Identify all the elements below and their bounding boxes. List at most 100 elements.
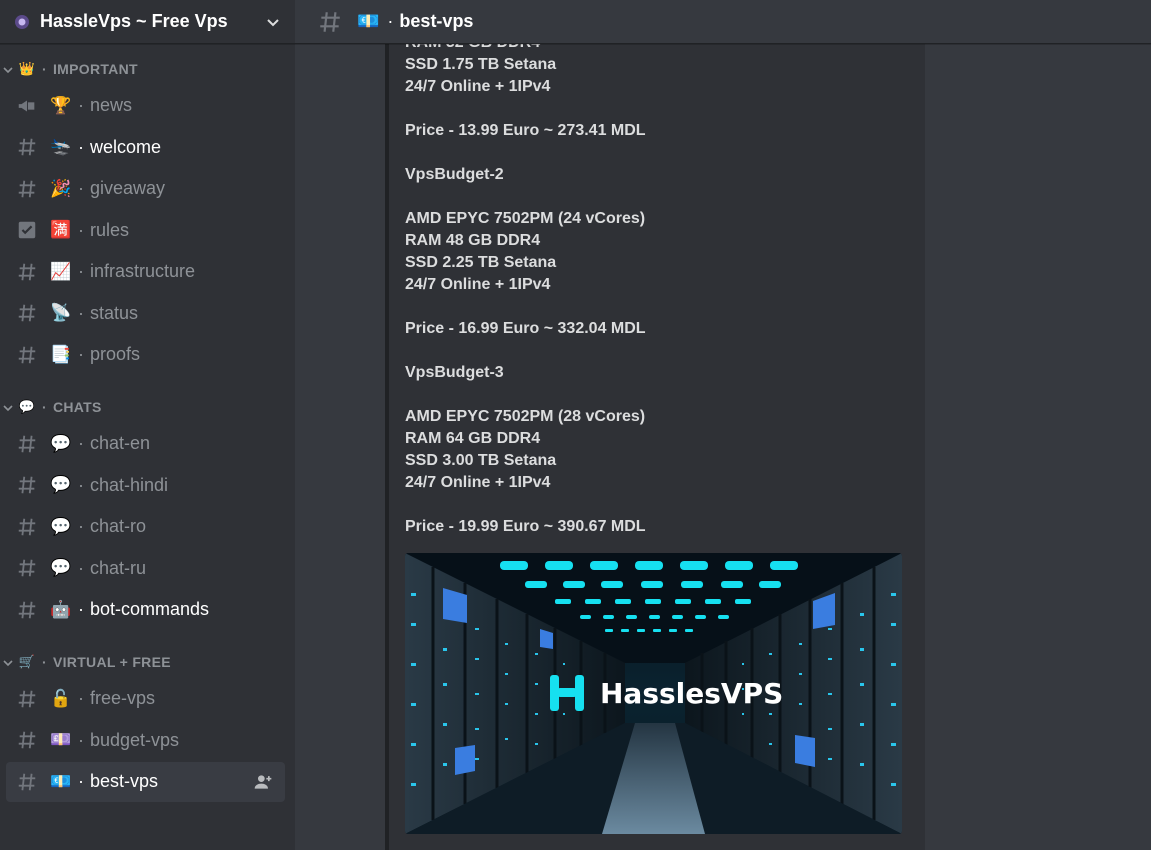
channel-emoji: 💶 xyxy=(357,11,380,31)
channel-header: 💶 · best-vps xyxy=(295,0,1151,44)
message-line: 24/7 Online + 1IPv4 xyxy=(405,276,551,293)
channel-separator-dot: · xyxy=(78,729,84,750)
channel-separator-dot: · xyxy=(78,261,84,281)
channel-emoji: 💬 xyxy=(50,558,72,577)
channel-name: news xyxy=(90,95,133,115)
chat-main: 💶 · best-vps RAM 32 GB DDR4 SSD 1.75 TB S… xyxy=(295,0,1151,850)
channel-name: giveaway xyxy=(90,178,166,198)
message-line: SSD 3.00 TB Setana xyxy=(405,452,557,469)
sidebar-item-chat-ru[interactable]: 💬 · chat-ru xyxy=(6,548,285,588)
server-icon xyxy=(14,14,30,30)
channel-separator-dot: · xyxy=(78,474,84,495)
category-spacer xyxy=(0,631,295,645)
message-line: 24/7 Online + 1IPv4 xyxy=(405,474,551,491)
embed-image[interactable]: HasslesVPS xyxy=(405,553,902,834)
channel-name: chat-hindi xyxy=(90,474,169,495)
channel-emoji: 💶 xyxy=(50,771,72,791)
text-channel-icon xyxy=(16,344,38,366)
chevron-down-icon xyxy=(2,63,14,75)
category-separator-dot: · xyxy=(42,654,47,670)
channel-separator-dot: · xyxy=(78,95,84,115)
image-brand-text: HasslesVPS xyxy=(600,677,783,710)
text-channel-icon xyxy=(16,516,38,538)
channel-name: welcome xyxy=(90,136,162,157)
text-channel-icon xyxy=(16,599,38,621)
datacenter-image: HasslesVPS xyxy=(405,553,902,834)
channel-name: infrastructure xyxy=(90,261,196,281)
channel-emoji: 📈 xyxy=(50,261,72,281)
message-line: 24/7 Online + 1IPv4 xyxy=(405,78,551,95)
category-virtual-free[interactable]: 🛒 · VIRTUAL + FREE xyxy=(0,647,295,677)
text-channel-icon xyxy=(16,433,38,455)
chevron-down-icon[interactable] xyxy=(265,14,281,30)
message-embed: RAM 32 GB DDR4 SSD 1.75 TB Setana 24/7 Onl… xyxy=(385,44,925,850)
text-channel-icon xyxy=(16,771,38,793)
rules-check-icon xyxy=(16,219,38,241)
sidebar-item-giveaway[interactable]: 🎉 · giveaway xyxy=(6,169,285,209)
sidebar-item-proofs[interactable]: 📑 · proofs xyxy=(6,335,285,375)
channel-name: budget-vps xyxy=(90,729,180,750)
channel-name: chat-en xyxy=(90,433,151,453)
sidebar-item-budget-vps[interactable]: 💷 · budget-vps xyxy=(6,720,285,760)
channel-separator-dot: · xyxy=(78,599,84,619)
channel-list: 👑 · IMPORTANT 🏆 · news 🛬 · welcome 🎉 · giveaway 🈵 · ru… xyxy=(0,44,295,802)
channel-name: proofs xyxy=(90,344,141,364)
category-label: VIRTUAL + FREE xyxy=(52,654,171,670)
channel-emoji: 🈵 xyxy=(50,220,72,239)
channel-emoji: 📡 xyxy=(50,303,72,322)
channel-sidebar: HassleVps ~ Free Vps 👑 · IMPORTANT 🏆 · news 🛬 ·… xyxy=(0,0,295,850)
category-important[interactable]: 👑 · IMPORTANT xyxy=(0,54,295,84)
discord-app: HassleVps ~ Free Vps 👑 · IMPORTANT 🏆 · news 🛬 ·… xyxy=(0,0,1151,850)
text-channel-icon xyxy=(16,474,38,496)
sidebar-item-best-vps[interactable]: 💶 · best-vps xyxy=(6,761,285,802)
server-name: HassleVps ~ Free Vps xyxy=(40,11,228,31)
sidebar-item-news[interactable]: 🏆 · news xyxy=(6,86,285,126)
channel-separator-dot: · xyxy=(78,516,84,536)
server-header[interactable]: HassleVps ~ Free Vps xyxy=(0,0,295,44)
channel-emoji: 💷 xyxy=(50,730,72,749)
sidebar-item-chat-en[interactable]: 💬 · chat-en xyxy=(6,424,285,464)
channel-emoji: 💬 xyxy=(50,516,72,536)
sidebar-item-chat-ro[interactable]: 💬 · chat-ro xyxy=(6,507,285,547)
message-line: VpsBudget-2 xyxy=(405,166,504,183)
message-line: AMD EPYC 7502PM (28 vCores) xyxy=(405,408,646,425)
channel-emoji: 🏆 xyxy=(50,95,72,115)
embed-description: RAM 32 GB DDR4 SSD 1.75 TB Setana 24/7 Onl… xyxy=(389,44,925,538)
sidebar-item-rules[interactable]: 🈵 · rules xyxy=(6,210,285,250)
channel-emoji: 📑 xyxy=(50,344,72,364)
channel-separator-dot: · xyxy=(78,136,84,157)
message-area[interactable]: RAM 32 GB DDR4 SSD 1.75 TB Setana 24/7 Onl… xyxy=(295,44,1151,850)
message-line: SSD 2.25 TB Setana xyxy=(405,254,557,271)
text-channel-icon xyxy=(16,261,38,283)
channel-name: free-vps xyxy=(90,688,156,708)
chevron-down-icon xyxy=(2,656,14,668)
channel-emoji: 💬 xyxy=(50,475,72,494)
message-line: SSD 1.75 TB Setana xyxy=(405,56,557,73)
channel-name: best-vps xyxy=(90,771,159,791)
channel-title: best-vps xyxy=(399,11,474,31)
sidebar-item-bot-commands[interactable]: 🤖 · bot-commands xyxy=(6,590,285,630)
channel-separator-dot: · xyxy=(78,688,84,708)
message-line: Price - 19.99 Euro ~ 390.67 MDL xyxy=(405,518,646,535)
channel-emoji: 🎉 xyxy=(50,178,72,198)
channel-name: chat-ru xyxy=(90,557,147,578)
text-channel-icon xyxy=(16,688,38,710)
category-chats[interactable]: 💬 · CHATS xyxy=(0,392,295,422)
message-line: RAM 32 GB DDR4 xyxy=(405,44,925,54)
text-channel-icon xyxy=(16,178,38,200)
channel-separator-dot: · xyxy=(78,557,84,578)
sidebar-item-welcome[interactable]: 🛬 · welcome xyxy=(6,127,285,167)
create-invite-icon[interactable] xyxy=(253,772,273,792)
megaphone-icon xyxy=(16,95,38,117)
sidebar-item-free-vps[interactable]: 🔓 · free-vps xyxy=(6,679,285,719)
sidebar-item-status[interactable]: 📡 · status xyxy=(6,293,285,333)
sidebar-item-chat-hindi[interactable]: 💬 · chat-hindi xyxy=(6,465,285,505)
sidebar-item-infrastructure[interactable]: 📈 · infrastructure xyxy=(6,252,285,292)
